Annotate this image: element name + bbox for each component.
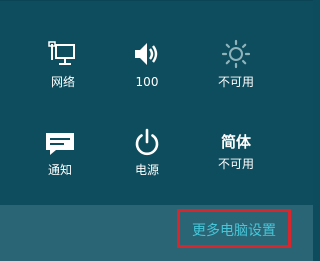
- more-pc-settings-link[interactable]: 更多电脑设置: [192, 223, 276, 239]
- power-tile[interactable]: 电源: [102, 126, 192, 177]
- network-label: 网络: [50, 75, 75, 89]
- notifications-icon: [44, 126, 76, 158]
- keyboard-text-icon: 简体: [220, 133, 251, 151]
- power-icon: [131, 126, 163, 158]
- highlight-box: 更多电脑设置: [177, 209, 291, 248]
- brightness-icon: [220, 38, 252, 70]
- notifications-tile[interactable]: 通知: [15, 126, 105, 177]
- keyboard-tile[interactable]: 简体 不可用: [191, 132, 281, 171]
- volume-icon: [131, 38, 163, 70]
- volume-tile[interactable]: 100: [102, 38, 192, 89]
- settings-charm-panel: 网络 100 不可用 通知 电源 简体 不可用 更多电脑设置: [0, 0, 313, 261]
- footer-bar: 更多电脑设置: [0, 205, 313, 261]
- quick-settings-grid: 网络 100 不可用 通知 电源 简体 不可用: [0, 0, 313, 205]
- network-icon: [47, 38, 79, 70]
- volume-label: 100: [135, 75, 159, 89]
- keyboard-label: 不可用: [217, 157, 254, 171]
- brightness-label: 不可用: [217, 75, 254, 89]
- power-label: 电源: [134, 163, 159, 177]
- notifications-label: 通知: [47, 163, 72, 177]
- brightness-tile: 不可用: [191, 38, 281, 89]
- network-tile[interactable]: 网络: [18, 38, 108, 89]
